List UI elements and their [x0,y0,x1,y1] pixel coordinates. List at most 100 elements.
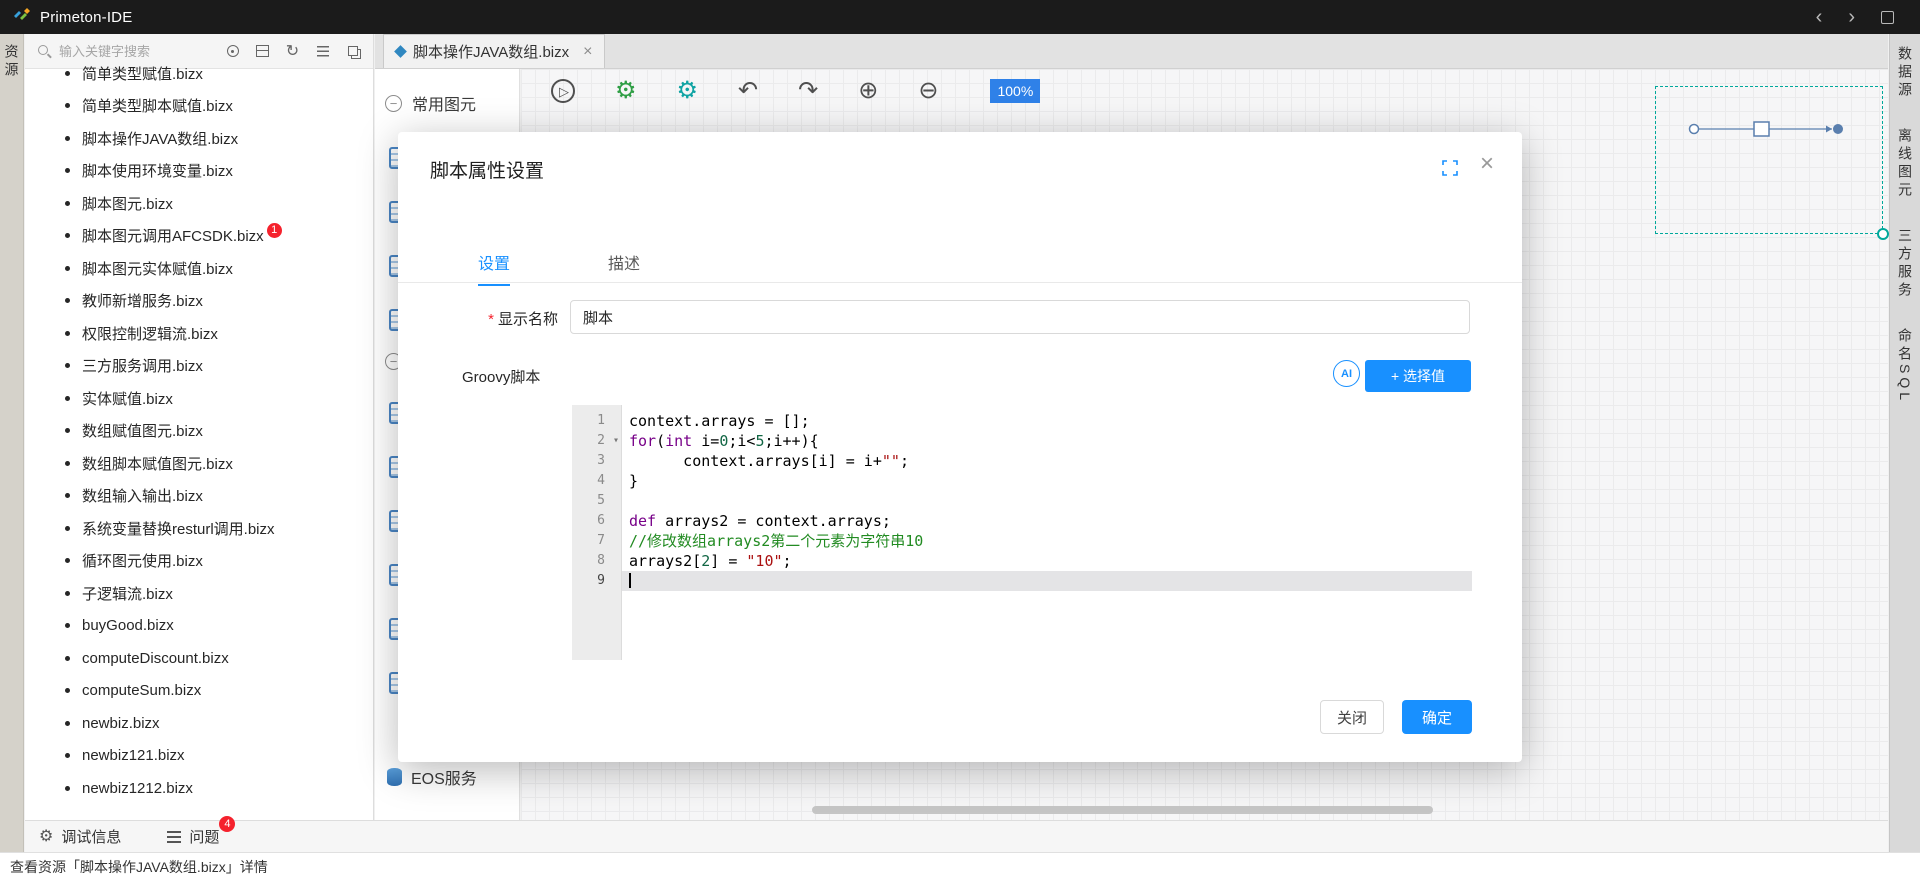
collapse-icon[interactable]: − [385,94,402,112]
file-tree-item[interactable]: buyGood.bizx [25,610,373,643]
refresh-icon[interactable]: ↻ [284,43,301,60]
file-tree-item[interactable]: 脚本图元调用AFCSDK.bizx 1 [25,220,373,253]
select-value-button[interactable]: + 选择值 [1365,360,1471,392]
app-logo-icon [12,7,32,28]
debug-info-icon: ⚙ [39,827,54,845]
maximize-dialog-icon[interactable] [1442,160,1458,176]
debug-config-icon[interactable]: ⚙ [677,79,699,103]
tab-description[interactable]: 描述 [608,250,640,286]
line-number[interactable]: 6 [572,511,621,531]
editor-code-area[interactable]: context.arrays = []; for(int i=0;i<5;i++)… [622,405,1472,660]
code-line[interactable]: context.arrays[i] = i+""; [622,451,1472,471]
palette-section-header[interactable]: − 常用图元 [385,91,519,115]
right-rail-tab[interactable]: 数据源 [1895,46,1915,100]
ai-assist-icon[interactable]: AI [1333,360,1360,387]
right-rail-tab[interactable]: 三方服务 [1895,228,1915,300]
file-tree-item[interactable]: 简单类型脚本赋值.bizx [25,90,373,123]
file-tree-item[interactable]: 系统变量替换resturl调用.bizx [25,512,373,545]
bullet-icon [65,330,70,336]
code-line[interactable]: //修改数组arrays2第二个元素为字符串10 [622,531,1472,551]
undo-icon[interactable]: ↶ [738,79,758,103]
line-number[interactable]: 8 [572,551,621,571]
code-line[interactable] [622,491,1472,511]
file-tree-item[interactable]: 循环图元使用.bizx [25,545,373,578]
file-tree-item[interactable]: 实体赋值.bizx [25,382,373,415]
debug-bug-icon[interactable]: ⚙ [615,79,637,103]
ok-button[interactable]: 确定 [1402,700,1472,734]
file-tree-item[interactable]: newbiz1212.bizx [25,772,373,805]
error-count-badge: 1 [266,223,282,239]
package-icon[interactable] [254,43,271,60]
file-tree-item[interactable]: computeDiscount.bizx [25,642,373,675]
code-line[interactable]: arrays2[2] = "10"; [622,551,1472,571]
file-tree-item[interactable]: 子逻辑流.bizx [25,577,373,610]
code-line[interactable]: context.arrays = []; [622,411,1472,431]
file-tree-item[interactable]: newbiz.bizx [25,707,373,740]
file-tree-item[interactable]: 脚本操作JAVA数组.bizx [25,122,373,155]
export-icon[interactable] [344,43,361,60]
tab-script-java-array[interactable]: 脚本操作JAVA数组.bizx × [383,34,606,68]
line-number[interactable]: 9 [572,571,621,591]
file-tree-item[interactable]: 脚本使用环境变量.bizx [25,155,373,188]
file-tree-item[interactable]: 数组脚本赋值图元.bizx [25,447,373,480]
code-token: arrays2[ [629,552,702,570]
redo-icon[interactable]: ↷ [798,79,818,103]
code-token: 2 [701,552,711,570]
tab-settings[interactable]: 设置 [478,250,511,286]
zoom-in-icon[interactable]: ⊕ [858,79,878,103]
tab-debug-info[interactable]: ⚙ 调试信息 [39,826,121,847]
display-name-label: * 显示名称 [488,311,558,328]
bullet-icon [65,70,70,76]
file-name: 脚本图元.bizx [82,195,173,213]
line-number[interactable]: 4 [572,471,621,491]
nav-forward-icon[interactable]: › [1848,7,1855,27]
file-tree-item[interactable]: 脚本图元.bizx [25,187,373,220]
zoom-out-icon[interactable]: ⊖ [918,79,938,103]
code-line[interactable]: } [622,471,1472,491]
line-number[interactable]: 3 [572,451,621,471]
display-name-input[interactable] [570,300,1470,334]
code-line[interactable] [622,571,1472,591]
line-number[interactable]: 2 ▾ [572,431,621,451]
code-line[interactable]: def arrays2 = context.arrays; [622,511,1472,531]
flow-selection-box[interactable] [1655,86,1889,240]
bullet-icon [65,655,70,661]
file-tree-item[interactable]: 数组输入输出.bizx [25,480,373,513]
selection-resize-handle[interactable] [1877,228,1889,240]
canvas-horizontal-scrollbar[interactable] [812,806,1433,814]
palette-section-eos[interactable]: EOS服务 [387,765,477,789]
close-button[interactable]: 关闭 [1320,700,1384,734]
code-line[interactable]: for(int i=0;i<5;i++){ [622,431,1472,451]
tab-problems[interactable]: 问题 4 [167,816,236,847]
file-tree-item[interactable]: 教师新增服务.bizx [25,285,373,318]
problems-icon [167,830,182,843]
close-dialog-icon[interactable]: × [1480,152,1494,176]
file-tree-item[interactable]: 三方服务调用.bizx [25,350,373,383]
rail-tab-resources[interactable]: 资源 [2,44,22,80]
right-rail-tab[interactable]: 命名SQL [1895,328,1915,404]
line-number[interactable]: 5 [572,491,621,511]
file-tree-item[interactable]: 数组赋值图元.bizx [25,415,373,448]
tab-close-icon[interactable]: × [583,43,592,60]
search-icon [37,44,52,59]
nav-back-icon[interactable]: ‹ [1816,7,1823,27]
line-number[interactable]: 7 [572,531,621,551]
file-tree-item[interactable]: 简单类型赋值.bizx [25,57,373,90]
search-input[interactable] [59,43,199,59]
file-tree-item[interactable]: 脚本图元实体赋值.bizx [25,252,373,285]
window-restore-icon[interactable] [1881,10,1894,24]
bottom-panel-bar: ⚙ 调试信息 问题 4 [25,816,1888,852]
run-debug-icon[interactable]: ▷ [551,79,575,103]
file-tree-item[interactable]: computeSum.bizx [25,675,373,708]
groovy-code-editor[interactable]: 1 2 ▾ 3 4 5 6 7 8 9 context.arrays = []; for(int i… [572,405,1472,660]
bullet-icon [65,525,70,531]
file-tree-item[interactable]: 权限控制逻辑流.bizx [25,317,373,350]
right-rail-tab[interactable]: 离线图元 [1895,128,1915,200]
list-icon[interactable] [314,43,331,60]
line-number[interactable]: 1 [572,411,621,431]
locate-icon[interactable] [224,43,241,60]
fold-icon[interactable]: ▾ [613,431,619,451]
file-name: 循环图元使用.bizx [82,553,203,571]
zoom-level[interactable]: 100% [990,79,1041,103]
file-tree-item[interactable]: newbiz121.bizx [25,740,373,773]
